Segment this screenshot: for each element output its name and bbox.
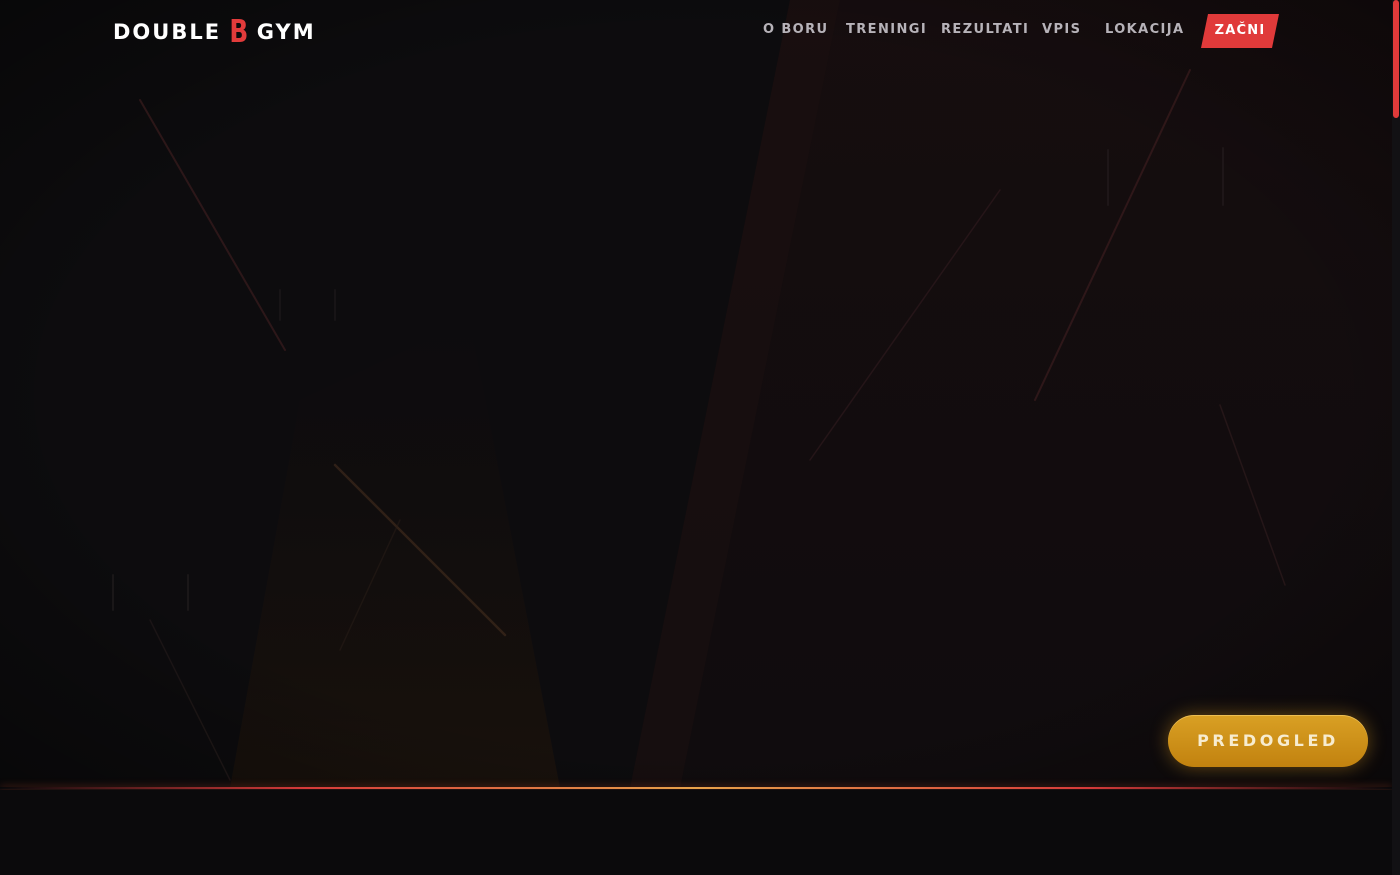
brand-logo[interactable]: DOUBLE B GYM xyxy=(113,14,316,50)
nav-link-o-boru[interactable]: O BORU xyxy=(763,22,829,37)
nav-link-lokacija[interactable]: LOKACIJA xyxy=(1105,22,1184,37)
scrollbar-thumb[interactable] xyxy=(1393,0,1399,118)
start-button-label: ZAČNI xyxy=(1214,23,1266,38)
preview-button[interactable]: PREDOGLED xyxy=(1168,715,1368,767)
hero-background xyxy=(0,0,1400,788)
start-button[interactable]: ZAČNI xyxy=(1201,14,1279,48)
hero-section: DOUBLE B GYM O BORU TRENINGI REZULTATI V… xyxy=(0,0,1400,788)
nav-link-treningi[interactable]: TRENINGI xyxy=(846,22,927,37)
top-navigation-bar: DOUBLE B GYM O BORU TRENINGI REZULTATI V… xyxy=(0,0,1392,64)
next-section xyxy=(0,790,1392,875)
glow-line xyxy=(0,787,1392,789)
nav-link-vpis[interactable]: VPIS xyxy=(1042,22,1081,37)
nav-link-rezultati[interactable]: REZULTATI xyxy=(941,22,1029,37)
brand-word-gym: GYM xyxy=(256,20,316,44)
brand-letter-b: B xyxy=(229,14,249,50)
page-scrollbar[interactable] xyxy=(1392,0,1400,875)
brand-word-double: DOUBLE xyxy=(113,20,222,44)
